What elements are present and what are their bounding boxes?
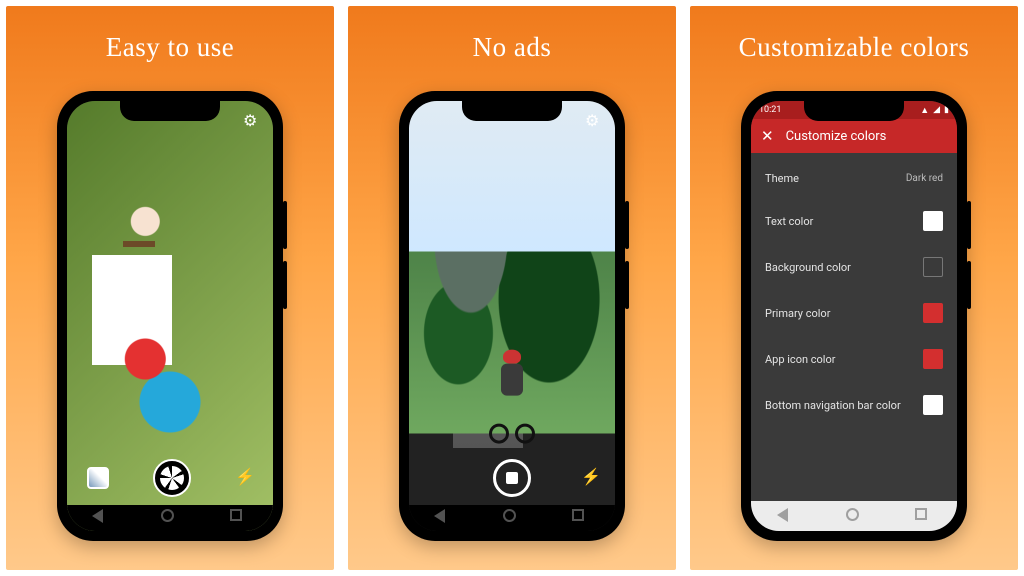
recents-key[interactable] [915, 508, 931, 524]
back-key[interactable] [92, 509, 110, 527]
setting-label: Theme [765, 172, 799, 185]
panel-title: Easy to use [106, 32, 234, 63]
camera-toolbar [67, 453, 273, 503]
wifi-icon: ▲ [920, 105, 929, 116]
home-key[interactable] [846, 508, 862, 524]
setting-label: Background color [765, 261, 851, 274]
panel-title: No ads [473, 32, 552, 63]
setting-value: Dark red [906, 173, 943, 184]
settings-screen-wrap: 10:21 ▲ ◢ ▮ ✕ Customize colors Theme Dar… [751, 101, 957, 531]
flash-off-icon[interactable] [235, 467, 253, 489]
phone-mockup: ⚙ [399, 91, 625, 541]
gear-icon[interactable]: ⚙ [585, 111, 603, 129]
phone-notch [462, 99, 562, 121]
color-swatch[interactable] [923, 349, 943, 369]
setting-label: App icon color [765, 353, 835, 366]
app-bar-title: Customize colors [786, 129, 887, 144]
setting-row-primary[interactable]: Primary color [763, 290, 945, 336]
phone-mockup: ⚙ [57, 91, 283, 541]
gear-icon[interactable]: ⚙ [243, 111, 261, 129]
color-swatch[interactable] [923, 257, 943, 277]
setting-row-theme[interactable]: Theme Dark red [763, 159, 945, 198]
setting-row-appicon[interactable]: App icon color [763, 336, 945, 382]
settings-list: Theme Dark red Text color Background col… [751, 153, 957, 434]
color-swatch[interactable] [923, 211, 943, 231]
camera-screen: ⚙ [409, 101, 615, 531]
home-key[interactable] [503, 509, 521, 527]
setting-row-bottomnav[interactable]: Bottom navigation bar color [763, 382, 945, 428]
camera-toolbar [409, 453, 615, 503]
recents-key[interactable] [572, 509, 590, 527]
battery-icon: ▮ [944, 105, 949, 115]
android-nav-bar [409, 505, 615, 531]
setting-row-textcolor[interactable]: Text color [763, 198, 945, 244]
promo-panel-noads: No ads ⚙ [348, 6, 676, 570]
phone-notch [120, 99, 220, 121]
panel-title: Customizable colors [739, 32, 970, 63]
recents-key[interactable] [230, 509, 248, 527]
status-time: 10:21 [759, 105, 781, 115]
viewfinder-subject [485, 350, 539, 444]
setting-label: Primary color [765, 307, 830, 320]
color-swatch[interactable] [923, 303, 943, 323]
app-bar: ✕ Customize colors [751, 119, 957, 153]
gallery-thumbnail[interactable] [87, 467, 109, 489]
shutter-button[interactable] [153, 459, 191, 497]
close-icon[interactable]: ✕ [761, 127, 774, 145]
color-swatch[interactable] [923, 395, 943, 415]
camera-screen: ⚙ [67, 101, 273, 531]
setting-label: Text color [765, 215, 813, 228]
back-key[interactable] [777, 508, 793, 524]
phone-notch [804, 99, 904, 121]
promo-panel-easy: Easy to use ⚙ [6, 6, 334, 570]
setting-row-bgcolor[interactable]: Background color [763, 244, 945, 290]
setting-label: Bottom navigation bar color [765, 399, 901, 412]
record-stop-button[interactable] [493, 459, 531, 497]
android-nav-bar [751, 501, 957, 531]
promo-panel-colors: Customizable colors 10:21 ▲ ◢ ▮ ✕ Custom… [690, 6, 1018, 570]
signal-icon: ◢ [933, 105, 940, 115]
android-nav-bar [67, 505, 273, 531]
back-key[interactable] [434, 509, 452, 527]
home-key[interactable] [161, 509, 179, 527]
flash-off-icon[interactable] [581, 467, 599, 489]
status-icons: ▲ ◢ ▮ [920, 105, 949, 116]
settings-screen: 10:21 ▲ ◢ ▮ ✕ Customize colors Theme Dar… [751, 101, 957, 531]
phone-mockup: 10:21 ▲ ◢ ▮ ✕ Customize colors Theme Dar… [741, 91, 967, 541]
